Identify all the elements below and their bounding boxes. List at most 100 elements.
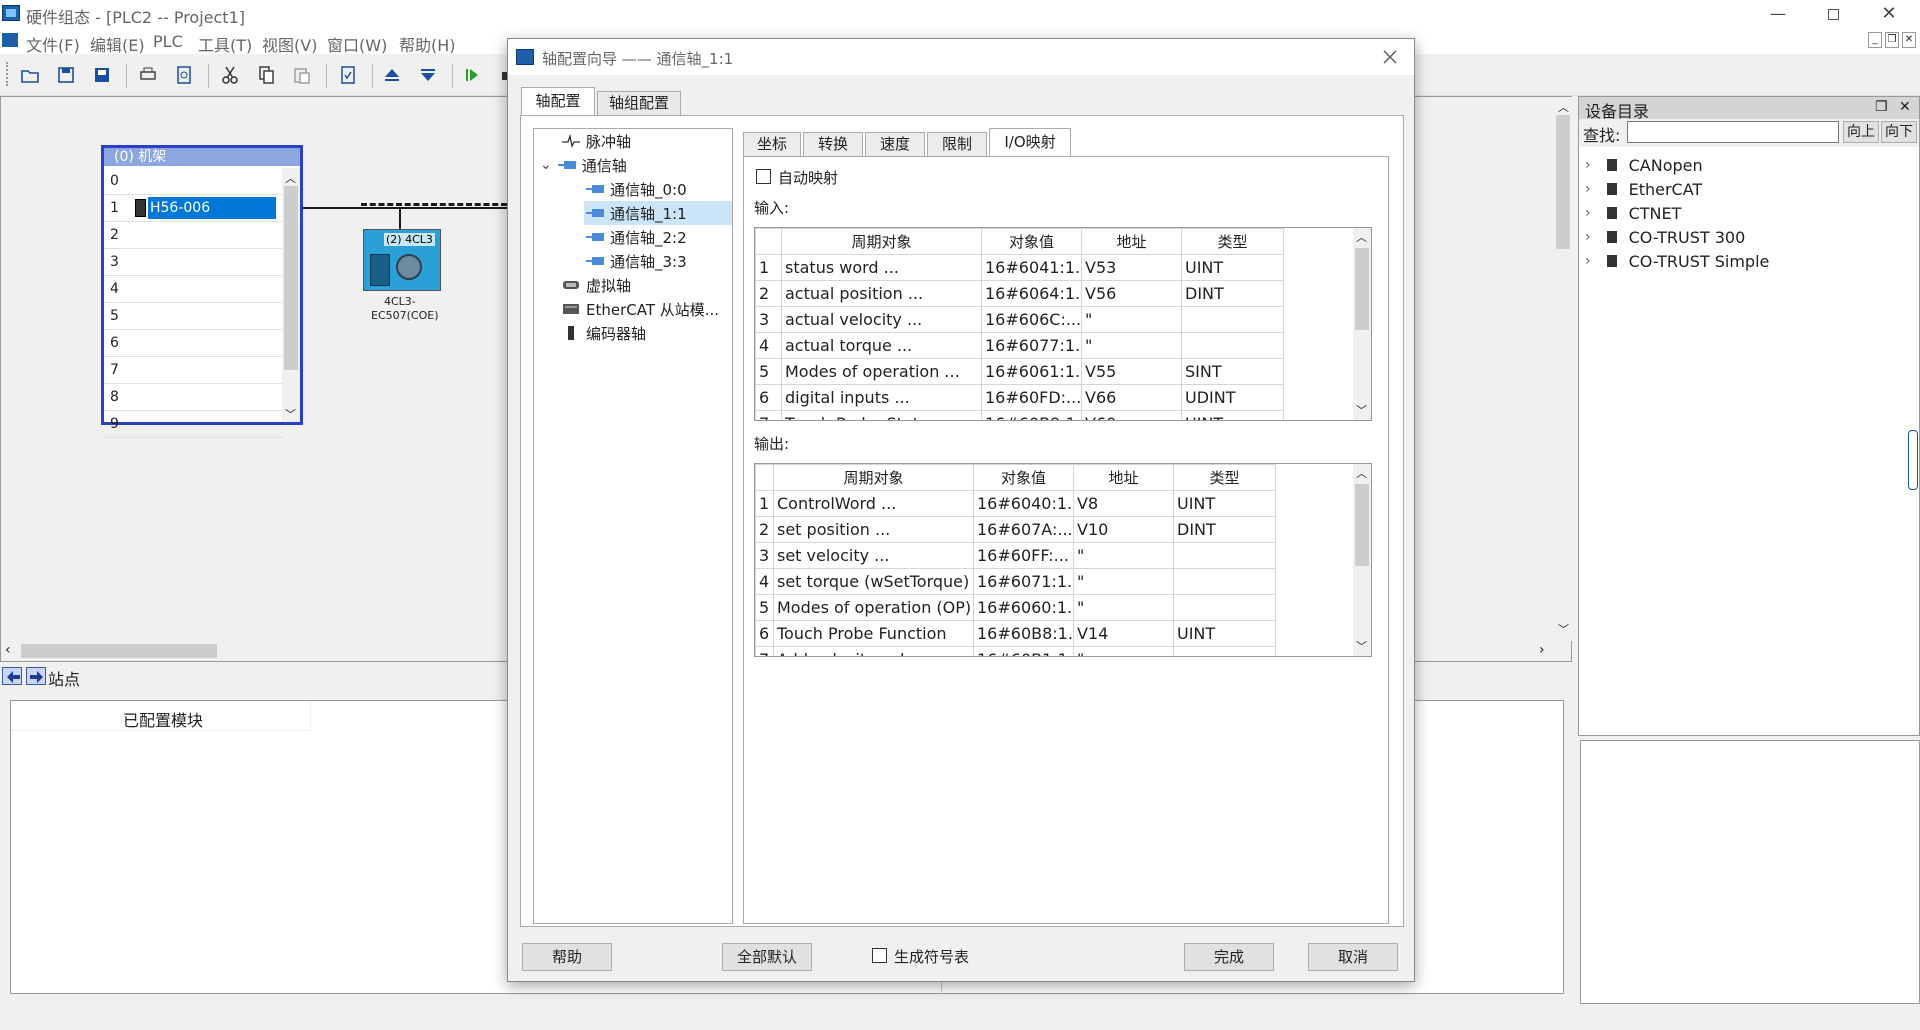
forward-arrow-icon[interactable] bbox=[26, 667, 46, 685]
cycle-object[interactable]: status word ... bbox=[781, 254, 982, 281]
rack-slot-row[interactable]: 6 bbox=[104, 329, 284, 357]
run-icon[interactable] bbox=[454, 60, 490, 90]
download-icon[interactable] bbox=[410, 60, 446, 90]
cut-icon[interactable] bbox=[212, 60, 248, 90]
catalog-close-icon[interactable]: ✕ bbox=[1899, 99, 1911, 115]
mdi-minimize-button[interactable]: _ bbox=[1868, 32, 1882, 48]
table-row[interactable]: 5 Modes of operation ... 16#6061:1... V55 SI… bbox=[755, 358, 1284, 385]
address[interactable]: V8 bbox=[1073, 490, 1174, 517]
address[interactable]: " bbox=[1073, 646, 1174, 656]
mdi-close-button[interactable]: ✕ bbox=[1902, 32, 1916, 48]
catalog-item-ethercat[interactable]: › EtherCAT bbox=[1585, 177, 1915, 201]
menu-view[interactable]: 视图(V) bbox=[262, 32, 317, 56]
address[interactable]: V56 bbox=[1081, 280, 1182, 307]
finish-button[interactable]: 完成 bbox=[1184, 943, 1274, 971]
menu-window[interactable]: 窗口(W) bbox=[327, 32, 387, 56]
table-row[interactable]: 3 actual velocity ... 16#606C:... " bbox=[755, 306, 1284, 333]
scroll-right-icon[interactable]: › bbox=[1539, 642, 1545, 658]
tree-comm-axis-0[interactable]: 通信轴_0:0 bbox=[586, 177, 687, 201]
subtab-coordinates[interactable]: 坐标 bbox=[743, 132, 801, 156]
table-row[interactable]: 7Touch Probe Status16#60B9:1V60UINT bbox=[755, 410, 1284, 420]
address[interactable]: " bbox=[1081, 306, 1182, 333]
table-row[interactable]: 1 ControlWord ... 16#6040:1... V8 UINT bbox=[755, 490, 1276, 517]
cycle-object[interactable]: Touch Probe Status bbox=[781, 410, 982, 420]
tab-axis-config[interactable]: 轴配置 bbox=[521, 87, 595, 115]
slot1-module[interactable]: H56-006 bbox=[148, 197, 276, 219]
cycle-object[interactable]: actual torque ... bbox=[781, 332, 982, 359]
column-header[interactable]: 类型 bbox=[1173, 464, 1276, 491]
rack-slot-row[interactable]: 0 bbox=[104, 168, 284, 195]
column-header[interactable]: 周期对象 bbox=[781, 228, 982, 255]
back-arrow-icon[interactable] bbox=[2, 667, 22, 685]
check-icon[interactable] bbox=[330, 60, 366, 90]
print-preview-icon[interactable] bbox=[166, 60, 202, 90]
tree-comm-axis-1-selected[interactable]: 通信轴_1:1 bbox=[584, 201, 732, 225]
close-window-button[interactable]: ✕ bbox=[1866, 0, 1912, 28]
rack-slot-row[interactable]: 9 bbox=[104, 410, 284, 438]
subtab-speed[interactable]: 速度 bbox=[865, 132, 925, 156]
paste-icon[interactable] bbox=[284, 60, 320, 90]
address[interactable]: V55 bbox=[1081, 358, 1182, 385]
address[interactable]: V60 bbox=[1081, 410, 1182, 420]
scroll-up-icon[interactable]: ︿ bbox=[285, 170, 296, 186]
catalog-down-button[interactable]: 向下 bbox=[1881, 121, 1917, 143]
table-row[interactable]: 2 set position ... 16#607A:... V10 DINT bbox=[755, 516, 1276, 543]
vscroll-up-icon[interactable]: ︿ bbox=[1558, 99, 1569, 115]
cycle-object[interactable]: set position ... bbox=[773, 516, 974, 543]
rack-slot-row[interactable]: 8 bbox=[104, 383, 284, 411]
rack-slot-row[interactable]: 2 bbox=[104, 221, 284, 249]
scroll-left-icon[interactable]: ‹ bbox=[5, 642, 11, 658]
address[interactable]: V10 bbox=[1073, 516, 1174, 543]
tree-ethercat-slave[interactable]: EtherCAT 从站模... bbox=[562, 297, 719, 321]
column-header[interactable]: 对象值 bbox=[973, 464, 1074, 491]
vscroll-down-icon[interactable]: ﹀ bbox=[1558, 621, 1569, 637]
table-row[interactable]: 7Add velocity value16#60B1:1" bbox=[755, 646, 1276, 656]
cycle-object[interactable]: Touch Probe Function bbox=[773, 620, 974, 647]
column-header[interactable]: 地址 bbox=[1081, 228, 1182, 255]
output-table-scrollbar[interactable]: ︿ ﹀ bbox=[1353, 464, 1371, 656]
column-header[interactable]: 对象值 bbox=[981, 228, 1082, 255]
table-row[interactable]: 6 Touch Probe Function 16#60B8:1... V14 UINT bbox=[755, 620, 1276, 647]
rack-slot-row[interactable]: 4 bbox=[104, 275, 284, 303]
cancel-button[interactable]: 取消 bbox=[1308, 943, 1398, 971]
object-value[interactable]: 16#60B8:1... bbox=[973, 620, 1074, 647]
cycle-object[interactable]: actual position ... bbox=[781, 280, 982, 307]
subtab-io-mapping[interactable]: I/O映射 bbox=[989, 128, 1071, 156]
minimize-button[interactable]: — bbox=[1755, 0, 1801, 28]
object-value[interactable]: 16#60FF:... bbox=[973, 542, 1074, 569]
object-value[interactable]: 16#6061:1... bbox=[981, 358, 1082, 385]
dialog-close-icon[interactable] bbox=[1380, 47, 1400, 67]
auto-map-checkbox[interactable] bbox=[756, 169, 771, 184]
menu-plc[interactable]: PLC bbox=[153, 32, 183, 51]
rack-window[interactable]: (0) 机架 0 1 H56-006 2 3 4 5 6 7 8 9 ︿ ﹀ bbox=[101, 145, 303, 438]
cycle-object[interactable]: digital inputs ... bbox=[781, 384, 982, 411]
address[interactable]: " bbox=[1073, 542, 1174, 569]
object-value[interactable]: 16#60B1:1 bbox=[973, 646, 1074, 656]
chevron-right-icon[interactable]: › bbox=[1585, 253, 1591, 269]
restore-button[interactable] bbox=[1810, 0, 1856, 28]
object-value[interactable]: 16#606C:... bbox=[981, 306, 1082, 333]
float-icon[interactable]: ❐ bbox=[1875, 99, 1888, 115]
cycle-object[interactable]: set torque (wSetTorque) bbox=[773, 568, 974, 595]
cycle-object[interactable]: Add velocity value bbox=[773, 646, 974, 656]
object-value[interactable]: 16#6071:1... bbox=[973, 568, 1074, 595]
address[interactable]: V66 bbox=[1081, 384, 1182, 411]
rack-slot-row[interactable]: 3 bbox=[104, 248, 284, 276]
all-default-button[interactable]: 全部默认 bbox=[722, 943, 812, 971]
menu-file[interactable]: 文件(F) bbox=[26, 32, 80, 56]
tree-comm-axis-3[interactable]: 通信轴_3:3 bbox=[586, 249, 687, 273]
catalog-up-button[interactable]: 向上 bbox=[1843, 121, 1879, 143]
rack-scrollbar[interactable]: ︿ ﹀ bbox=[282, 168, 300, 422]
tree-comm-axis-2[interactable]: 通信轴_2:2 bbox=[586, 225, 687, 249]
table-row[interactable]: 1 status word ... 16#6041:1... V53 UINT bbox=[755, 254, 1284, 281]
rack-slot-row[interactable]: 7 bbox=[104, 356, 284, 384]
subtab-limits[interactable]: 限制 bbox=[927, 132, 987, 156]
table-row[interactable]: 3 set velocity ... 16#60FF:... " bbox=[755, 542, 1276, 569]
catalog-search-input[interactable] bbox=[1627, 121, 1839, 143]
scroll-down-icon[interactable]: ﹀ bbox=[285, 406, 296, 422]
address[interactable]: V14 bbox=[1073, 620, 1174, 647]
object-value[interactable]: 16#6060:1... bbox=[973, 594, 1074, 621]
scroll-thumb[interactable] bbox=[1355, 248, 1369, 330]
menu-tools[interactable]: 工具(T) bbox=[198, 32, 252, 56]
cycle-object[interactable]: Modes of operation (OP) bbox=[773, 594, 974, 621]
